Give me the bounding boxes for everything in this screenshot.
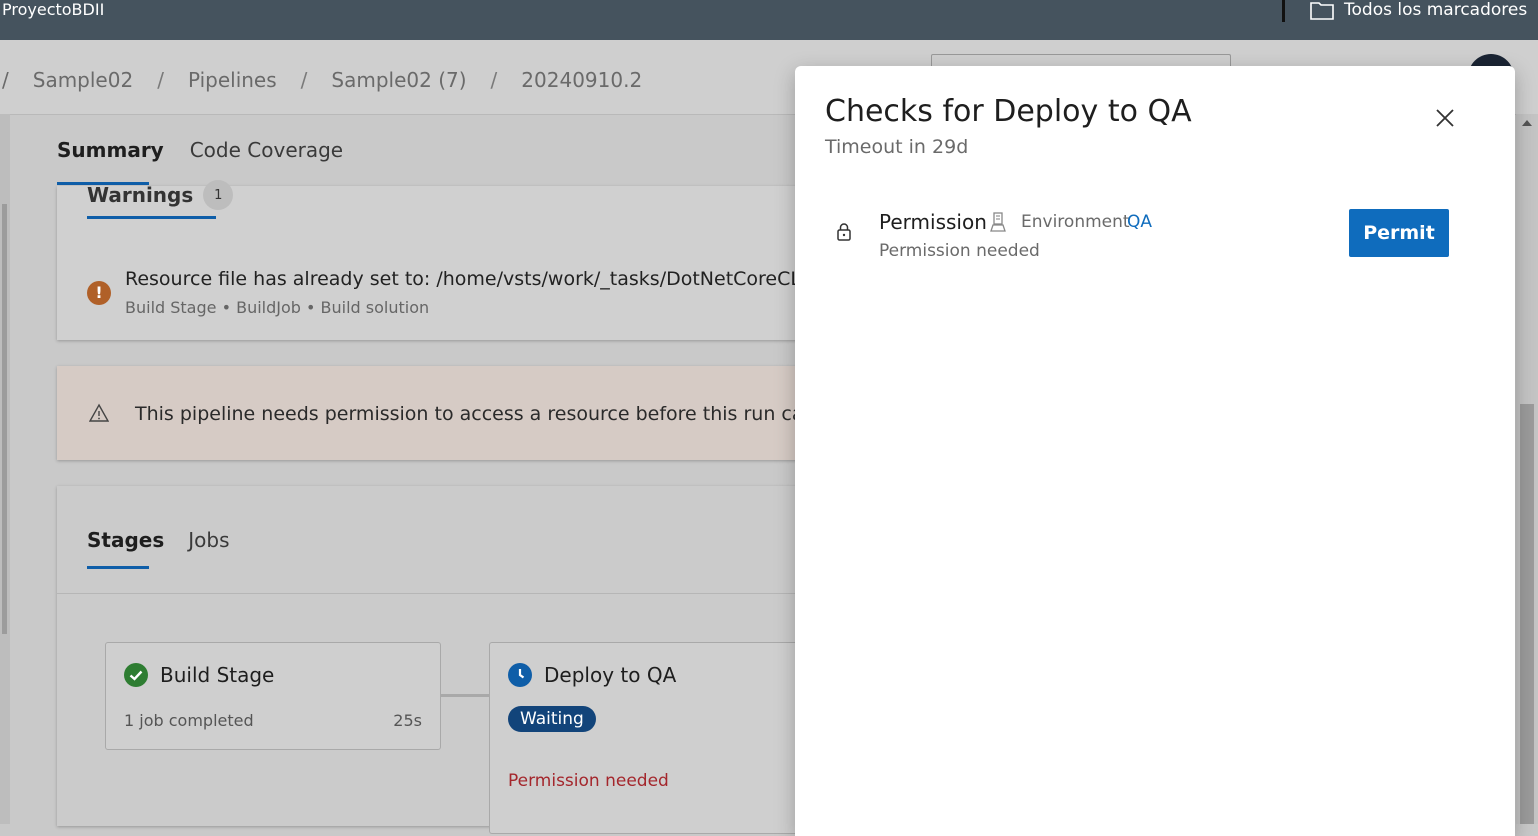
left-scrollbar[interactable] <box>0 114 10 824</box>
tab-code-coverage[interactable]: Code Coverage <box>190 138 343 162</box>
warnings-card: Warnings 1 ! Resource file has already s… <box>57 180 817 340</box>
breadcrumb-separator: / <box>157 68 164 92</box>
folder-icon <box>1310 2 1334 20</box>
right-scrollbar[interactable] <box>1516 114 1538 824</box>
check-status: Permission needed <box>879 241 1040 261</box>
environment-link-qa[interactable]: QA <box>1127 212 1152 232</box>
right-scrollbar-thumb[interactable] <box>1520 404 1534 824</box>
tab-stages[interactable]: Stages <box>87 528 164 552</box>
breadcrumb-separator: / <box>2 68 9 92</box>
tab-summary[interactable]: Summary <box>57 138 164 162</box>
stage-title: Build Stage <box>160 663 275 687</box>
bookmark-folder-label: Todos los marcadores <box>1344 0 1528 20</box>
breadcrumb-item-project[interactable]: Sample02 <box>33 68 133 92</box>
warnings-label: Warnings <box>87 183 194 207</box>
breadcrumb-separator: / <box>490 68 498 92</box>
checks-panel: Checks for Deploy to QA Timeout in 29d P… <box>795 66 1515 836</box>
stage-card-build[interactable]: Build Stage 1 job completed 25s <box>105 642 441 750</box>
tab-stages-indicator <box>87 566 149 569</box>
run-tabs: Summary Code Coverage <box>57 138 343 162</box>
environment-label: Environment <box>1021 212 1130 232</box>
tab-jobs[interactable]: Jobs <box>188 528 229 552</box>
warnings-count-badge: 1 <box>203 180 234 210</box>
bookmarks-separator <box>1282 0 1285 22</box>
close-icon[interactable] <box>1433 106 1457 130</box>
panel-timeout: Timeout in 29d <box>825 136 969 158</box>
banner-message: This pipeline needs permission to access… <box>135 403 816 425</box>
tab-warnings-indicator <box>87 216 216 219</box>
stages-divider <box>57 593 817 594</box>
breadcrumb-separator: / <box>300 68 308 92</box>
stages-tabs: Stages Jobs <box>87 528 230 552</box>
stage-permission-note[interactable]: Permission needed <box>508 771 669 791</box>
tab-warnings[interactable]: Warnings 1 <box>87 180 234 210</box>
breadcrumb-item-run[interactable]: 20240910.2 <box>521 68 642 92</box>
bookmark-folder-all[interactable]: Todos los marcadores <box>1310 0 1527 20</box>
lock-icon <box>837 223 851 241</box>
bookmark-proyectobdii[interactable]: ProyectoBDII <box>2 0 104 19</box>
stage-connector <box>440 694 489 697</box>
warning-triangle-icon <box>89 403 109 422</box>
error-circle-icon: ! <box>87 281 111 305</box>
breadcrumb-item-pipelines[interactable]: Pipelines <box>188 68 277 92</box>
stage-duration: 25s <box>393 711 422 730</box>
stages-card: Stages Jobs Build Stage 1 job completed … <box>57 486 820 834</box>
breadcrumb: / Sample02 / Pipelines / Sample02 (7) / … <box>0 68 642 92</box>
stage-job-count: 1 job completed <box>124 711 254 730</box>
permit-button[interactable]: Permit <box>1349 209 1449 257</box>
bookmarks-bar: ProyectoBDII Todos los marcadores <box>0 0 1538 40</box>
warning-source: Build Stage • BuildJob • Build solution <box>125 298 430 317</box>
status-badge: Waiting <box>508 706 596 732</box>
check-name: Permission <box>879 210 987 234</box>
environment-icon <box>990 212 1006 232</box>
clock-icon <box>508 663 532 687</box>
check-circle-icon <box>124 663 148 687</box>
panel-title: Checks for Deploy to QA <box>825 94 1192 129</box>
left-scrollbar-thumb[interactable] <box>2 204 7 634</box>
permission-banner: This pipeline needs permission to access… <box>57 366 817 460</box>
stage-title: Deploy to QA <box>544 663 677 687</box>
warning-message[interactable]: Resource file has already set to: /home/… <box>125 268 816 290</box>
scroll-up-arrow-icon[interactable] <box>1522 120 1532 126</box>
stage-card-deploy[interactable]: Deploy to QA Waiting Permission needed <box>489 642 820 834</box>
breadcrumb-item-pipeline[interactable]: Sample02 (7) <box>331 68 466 92</box>
